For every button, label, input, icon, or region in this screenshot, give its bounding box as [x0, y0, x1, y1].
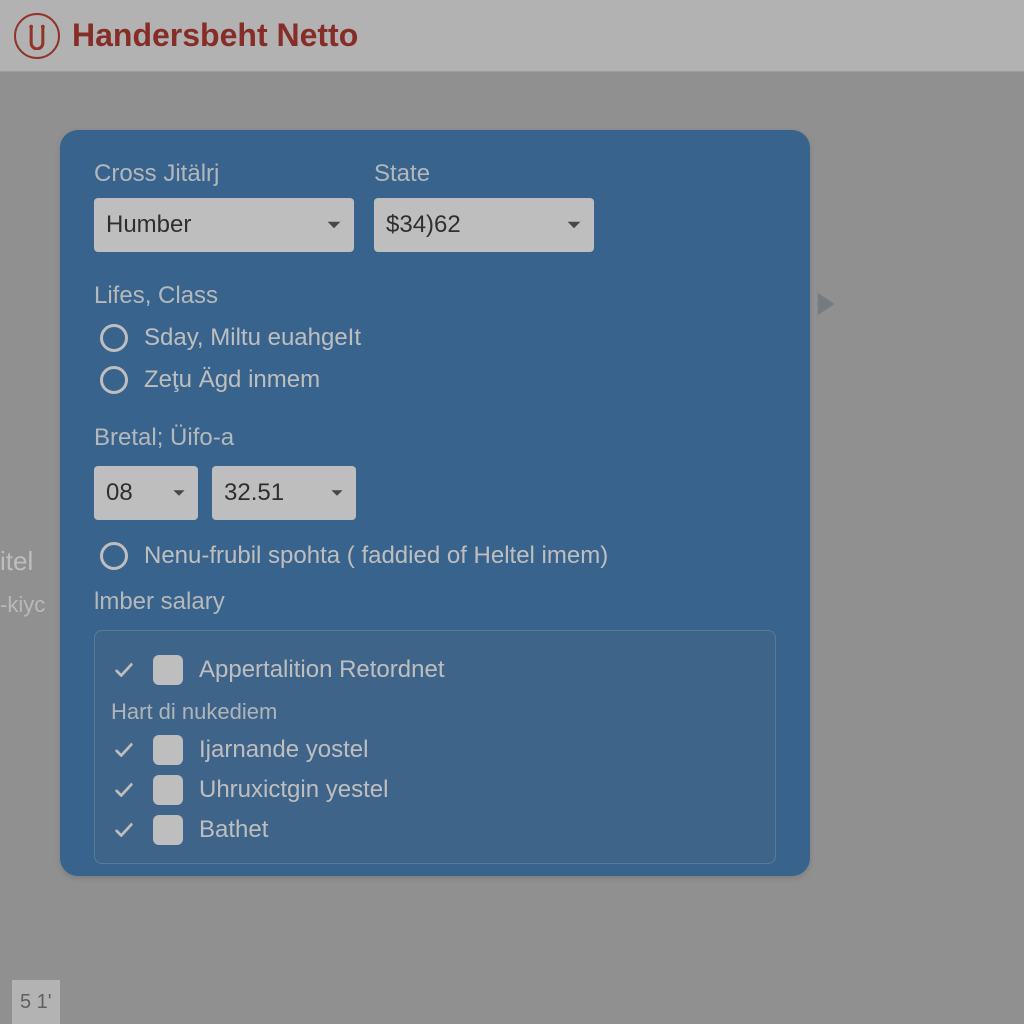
check-label: Appertalition Retordnet	[199, 656, 444, 684]
check-label: Uhruxictgin yestel	[199, 776, 388, 804]
imber-item-4[interactable]: Bathet	[111, 815, 759, 845]
app-logo-icon	[14, 13, 60, 59]
bretal-select-2[interactable]: 32.51	[212, 466, 356, 520]
imber-item-2[interactable]: Ijarnande yostel	[111, 735, 759, 765]
field-state-label: State	[374, 160, 594, 188]
check-icon	[111, 657, 137, 683]
chevron-down-icon	[566, 217, 582, 233]
check-label: Ijarnande yostel	[199, 736, 368, 764]
check-icon	[111, 777, 137, 803]
state-select-value: $34)62	[386, 211, 461, 239]
lifes-class-option-1[interactable]: Sday, Miltu euahgeIt	[100, 324, 776, 352]
radio-label: Nenu-frubil spohta ( faddied of Heltel i…	[144, 542, 608, 570]
bretal-select-1[interactable]: 08	[94, 466, 198, 520]
checkbox-icon	[153, 815, 183, 845]
app-title: Handersbeht Netto	[72, 17, 358, 54]
imber-item-1[interactable]: Appertalition Retordnet	[111, 655, 759, 685]
radio-icon	[100, 542, 128, 570]
cross-select-value: Humber	[106, 211, 191, 239]
chevron-down-icon	[326, 217, 342, 233]
cross-select[interactable]: Humber	[94, 198, 354, 252]
check-label: Bathet	[199, 816, 268, 844]
lifes-class-option-2[interactable]: Zeţu Ägd inmem	[100, 366, 776, 394]
radio-icon	[100, 366, 128, 394]
radio-label: Sday, Miltu euahgeIt	[144, 324, 361, 352]
imber-salary-box: Appertalition Retordnet Hart di nukediem…	[94, 630, 776, 864]
bg-line-1: itel	[0, 538, 45, 585]
arrow-right-icon[interactable]	[812, 290, 840, 318]
bretal-select-1-value: 08	[106, 479, 133, 507]
radio-label: Zeţu Ägd inmem	[144, 366, 320, 394]
app-header: Handersbeht Netto	[0, 0, 1024, 72]
chevron-down-icon	[172, 486, 186, 500]
bretal-title: Bretal; Üifo-a	[94, 424, 776, 452]
imber-item-3[interactable]: Uhruxictgin yestel	[111, 775, 759, 805]
chevron-down-icon	[330, 486, 344, 500]
check-icon	[111, 817, 137, 843]
calculator-form-card: Cross Jitälrj Humber State $34)62 Lifes,…	[60, 130, 810, 876]
state-select[interactable]: $34)62	[374, 198, 594, 252]
lifes-class-title: Lifes, Class	[94, 282, 776, 310]
checkbox-icon	[153, 655, 183, 685]
check-icon	[111, 737, 137, 763]
field-state: State $34)62	[374, 160, 594, 252]
radio-icon	[100, 324, 128, 352]
imber-salary-title: lmber salary	[94, 588, 776, 616]
imber-subgroup-title: Hart di nukediem	[111, 699, 759, 725]
checkbox-icon	[153, 735, 183, 765]
background-panel-text: itel -kiyc	[0, 538, 45, 624]
field-cross: Cross Jitälrj Humber	[94, 160, 354, 252]
footer-fragment: 5 1'	[12, 980, 60, 1024]
bg-line-2: -kiyc	[0, 585, 45, 625]
bretal-option-3[interactable]: Nenu-frubil spohta ( faddied of Heltel i…	[100, 542, 776, 570]
field-cross-label: Cross Jitälrj	[94, 160, 354, 188]
checkbox-icon	[153, 775, 183, 805]
bretal-select-2-value: 32.51	[224, 479, 284, 507]
